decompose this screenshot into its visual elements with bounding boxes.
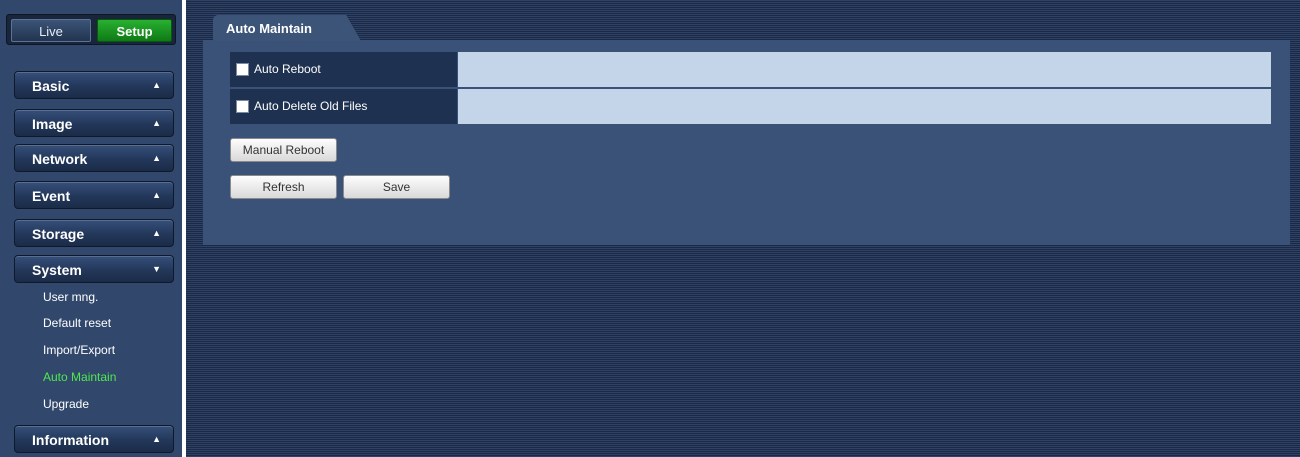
menu-system[interactable]: System ▼ — [14, 255, 174, 283]
chevron-up-icon: ▲ — [152, 228, 161, 238]
chevron-down-icon: ▼ — [152, 264, 161, 274]
settings-panel: Auto Reboot Auto Delete Old Files Manual… — [203, 40, 1290, 245]
menu-basic[interactable]: Basic ▲ — [14, 71, 174, 99]
sidebar-item-import-export[interactable]: Import/Export — [43, 343, 115, 357]
menu-label: Information — [32, 432, 109, 448]
menu-storage[interactable]: Storage ▲ — [14, 219, 174, 247]
auto-delete-label: Auto Delete Old Files — [254, 99, 368, 113]
option-row-auto-reboot: Auto Reboot — [230, 52, 1287, 87]
chevron-up-icon: ▲ — [152, 434, 161, 444]
chevron-up-icon: ▲ — [152, 80, 161, 90]
menu-label: Event — [32, 188, 71, 204]
manual-reboot-button[interactable]: Manual Reboot — [230, 138, 337, 162]
sidebar: Live Setup Basic ▲ Image ▲ Network ▲ Eve… — [0, 0, 182, 457]
sidebar-item-upgrade[interactable]: Upgrade — [43, 397, 89, 411]
auto-delete-settings-field — [458, 89, 1271, 124]
menu-network[interactable]: Network ▲ — [14, 144, 174, 172]
live-button[interactable]: Live — [11, 19, 91, 42]
menu-label: Basic — [32, 78, 70, 94]
menu-information[interactable]: Information ▲ — [14, 425, 174, 453]
auto-reboot-label: Auto Reboot — [254, 62, 321, 76]
tab-auto-maintain[interactable]: Auto Maintain — [213, 15, 361, 41]
menu-event[interactable]: Event ▲ — [14, 181, 174, 209]
sidebar-item-user-mng[interactable]: User mng. — [43, 290, 98, 304]
option-label-cell: Auto Reboot — [230, 52, 457, 87]
chevron-up-icon: ▲ — [152, 190, 161, 200]
sidebar-item-auto-maintain[interactable]: Auto Maintain — [43, 370, 116, 384]
menu-label: System — [32, 262, 82, 278]
menu-image[interactable]: Image ▲ — [14, 109, 174, 137]
auto-reboot-checkbox[interactable] — [236, 63, 249, 76]
refresh-button[interactable]: Refresh — [230, 175, 337, 199]
menu-label: Storage — [32, 226, 85, 242]
mode-switch: Live Setup — [6, 14, 176, 45]
content-area: Auto Maintain Auto Reboot Auto Delete Ol… — [186, 0, 1300, 457]
option-label-cell: Auto Delete Old Files — [230, 89, 457, 124]
auto-reboot-settings-field — [458, 52, 1271, 87]
setup-button[interactable]: Setup — [97, 19, 172, 42]
menu-label: Image — [32, 116, 73, 132]
auto-delete-checkbox[interactable] — [236, 100, 249, 113]
app-window: Live Setup Basic ▲ Image ▲ Network ▲ Eve… — [0, 0, 1300, 457]
chevron-up-icon: ▲ — [152, 118, 161, 128]
save-button[interactable]: Save — [343, 175, 450, 199]
sidebar-item-default-reset[interactable]: Default reset — [43, 316, 111, 330]
option-row-auto-delete: Auto Delete Old Files — [230, 89, 1287, 124]
menu-label: Network — [32, 151, 88, 167]
chevron-up-icon: ▲ — [152, 153, 161, 163]
